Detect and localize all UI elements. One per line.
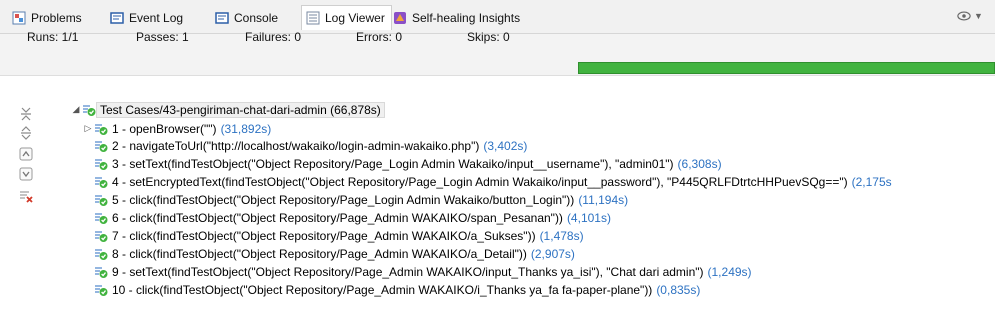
log-step-row[interactable]: 3 - setText(findTestObject("Object Repos…	[82, 156, 722, 173]
tree-root[interactable]: ◢ Test Cases/43-pengiriman-chat-dari-adm…	[70, 101, 385, 118]
step-duration: (3,402s)	[483, 139, 528, 154]
tab-self-healing-insights[interactable]: Self-healing Insights	[393, 8, 520, 28]
step-label: 2 - navigateToUrl("http://localhost/waka…	[112, 139, 480, 154]
step-label: 8 - click(findTestObject("Object Reposit…	[112, 246, 527, 261]
step-duration: (4,101s)	[566, 211, 611, 225]
previous-failure-button[interactable]	[18, 146, 34, 162]
chevron-down-icon: ▼	[974, 11, 983, 21]
step-passed-icon	[94, 265, 108, 279]
step-duration: (1,478s)	[539, 228, 584, 243]
view-menu-button[interactable]: ▼	[957, 9, 983, 23]
step-label: 3 - setText(findTestObject("Object Repos…	[112, 157, 674, 172]
step-label: 6 - click(findTestObject("Object Reposit…	[112, 211, 563, 225]
log-viewer-icon	[306, 11, 320, 25]
problems-icon	[12, 11, 26, 25]
root-time: (66,878s)	[330, 102, 381, 117]
step-label: 10 - click(findTestObject("Object Reposi…	[112, 282, 653, 297]
tab-event-log[interactable]: Event Log	[110, 8, 183, 28]
tab-log-viewer[interactable]: Log Viewer	[301, 5, 392, 30]
collapse-all-icon	[21, 107, 31, 121]
eye-icon	[957, 9, 971, 23]
tab-problems[interactable]: Problems	[12, 8, 82, 28]
tab-console[interactable]: Console	[215, 8, 278, 28]
tab-label: Log Viewer	[325, 11, 385, 25]
view-tab-bar: Problems Event Log Console Log Viewer Se…	[0, 0, 995, 34]
step-label: 1 - openBrowser("")	[112, 121, 217, 136]
step-duration: (1,249s)	[707, 264, 752, 279]
step-passed-icon	[94, 175, 108, 189]
step-passed-icon	[94, 229, 108, 243]
step-passed-icon	[94, 122, 108, 136]
step-duration: (11,194s)	[578, 193, 629, 208]
test-passed-icon	[82, 103, 96, 117]
step-label: 5 - click(findTestObject("Object Reposit…	[112, 193, 575, 208]
runs-count: Runs: 1/1	[27, 30, 79, 44]
event-log-icon	[110, 11, 124, 25]
step-passed-icon	[94, 211, 108, 225]
tab-label: Self-healing Insights	[412, 11, 521, 25]
errors-count: Errors: 0	[356, 30, 403, 44]
next-failure-button[interactable]	[18, 166, 34, 182]
log-step-row[interactable]: 8 - click(findTestObject("Object Reposit…	[82, 245, 575, 262]
show-failures-only-button[interactable]	[18, 188, 34, 204]
chevron-right-icon[interactable]: ▷	[82, 123, 94, 134]
step-passed-icon	[94, 247, 108, 261]
self-healing-icon	[393, 11, 407, 25]
log-step-row[interactable]: 9 - setText(findTestObject("Object Repos…	[82, 263, 752, 280]
step-label: 9 - setText(findTestObject("Object Repos…	[112, 264, 704, 279]
step-duration: (2,907s)	[530, 246, 575, 261]
collapse-all-button[interactable]	[18, 106, 34, 122]
chevron-down-icon[interactable]: ◢	[70, 104, 82, 115]
tab-label: Event Log	[129, 11, 184, 25]
log-step-row[interactable]: ▷ 1 - openBrowser("") (31,892s)	[82, 120, 272, 137]
step-label: 4 - setEncryptedText(findTestObject("Obj…	[112, 175, 848, 190]
log-step-row[interactable]: 10 - click(findTestObject("Object Reposi…	[82, 281, 700, 298]
tab-label: Console	[234, 11, 279, 25]
step-passed-icon	[94, 139, 108, 153]
expand-all-button[interactable]	[18, 125, 34, 141]
step-duration: (6,308s)	[677, 157, 722, 172]
arrow-down-icon	[19, 167, 33, 181]
arrow-up-icon	[19, 147, 33, 161]
expand-all-icon	[21, 126, 31, 140]
step-label: 7 - click(findTestObject("Object Reposit…	[112, 228, 536, 243]
log-step-row[interactable]: 4 - setEncryptedText(findTestObject("Obj…	[82, 174, 892, 191]
step-passed-icon	[94, 193, 108, 207]
step-passed-icon	[94, 157, 108, 171]
test-progress-bar	[578, 62, 995, 74]
log-step-row[interactable]: 7 - click(findTestObject("Object Reposit…	[82, 227, 584, 244]
show-failures-icon	[20, 191, 33, 203]
step-duration: (31,892s)	[220, 121, 272, 136]
failures-count: Failures: 0	[245, 30, 302, 44]
console-icon	[215, 11, 229, 25]
tab-label: Problems	[31, 11, 82, 25]
step-duration: (0,835s)	[656, 282, 701, 297]
log-step-row[interactable]: 6 - click(findTestObject("Object Reposit…	[82, 210, 611, 227]
step-passed-icon	[94, 283, 108, 297]
skips-count: Skips: 0	[467, 30, 510, 44]
root-label: Test Cases/43-pengiriman-chat-dari-admin	[100, 102, 327, 117]
step-duration: (2,175s	[851, 175, 892, 190]
passes-count: Passes: 1	[136, 30, 189, 44]
log-step-row[interactable]: 5 - click(findTestObject("Object Reposit…	[82, 192, 628, 209]
log-step-row[interactable]: 2 - navigateToUrl("http://localhost/waka…	[82, 138, 527, 155]
